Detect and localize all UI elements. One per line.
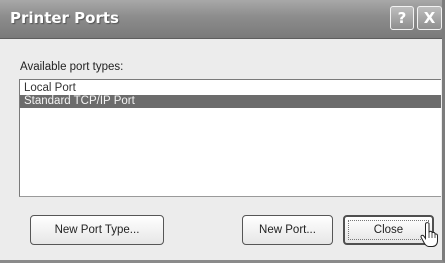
list-item-standard-tcpip-port[interactable]: Standard TCP/IP Port [20, 95, 441, 108]
port-types-label: Available port types: [20, 61, 124, 73]
new-port-type-button[interactable]: New Port Type... [30, 215, 164, 245]
help-button[interactable]: ? [390, 6, 414, 30]
window-title: Printer Ports [10, 9, 119, 27]
hand-pointer-icon [420, 222, 438, 247]
list-item-local-port[interactable]: Local Port [20, 82, 441, 95]
close-window-button[interactable]: X [417, 6, 442, 30]
port-types-listbox[interactable]: Local Port Standard TCP/IP Port [19, 79, 441, 197]
printer-ports-dialog: Printer Ports ? X Available port types: … [0, 0, 445, 263]
new-port-button[interactable]: New Port... [242, 215, 333, 245]
focus-ring [348, 220, 429, 240]
title-bar[interactable]: Printer Ports ? X [0, 0, 442, 39]
